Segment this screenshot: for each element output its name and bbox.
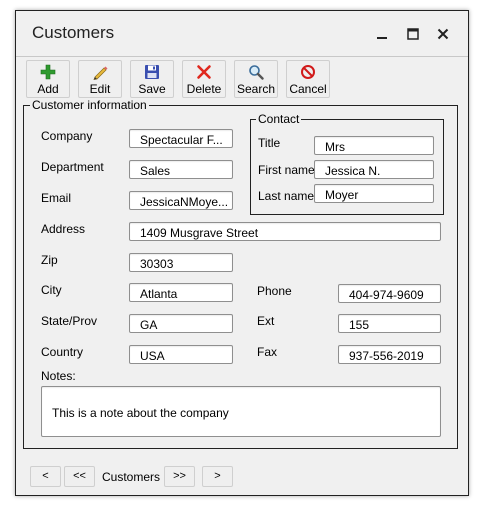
state-label: State/Prov <box>41 314 98 328</box>
email-label: Email <box>41 191 72 205</box>
toolbar: Add Edit Save Delete Search Cancel <box>16 56 468 101</box>
edit-label: Edit <box>89 82 111 96</box>
contact-title: Contact <box>256 112 302 126</box>
last-record-button[interactable]: > <box>202 466 233 487</box>
first-record-button[interactable]: < <box>30 466 61 487</box>
add-label: Add <box>37 82 59 96</box>
last-name-field[interactable]: Moyer <box>314 184 434 203</box>
customer-info-title: Customer information <box>30 98 149 112</box>
previous-record-button[interactable]: << <box>64 466 95 487</box>
phone-field[interactable]: 404-974-9609 <box>338 284 441 303</box>
country-label: Country <box>41 345 84 359</box>
title-field[interactable]: Mrs <box>314 136 434 155</box>
department-field[interactable]: Sales <box>129 160 233 179</box>
zip-field[interactable]: 30303 <box>129 253 233 272</box>
delete-label: Delete <box>186 82 222 96</box>
ext-field[interactable]: 155 <box>338 314 441 333</box>
company-field[interactable]: Spectacular F... <box>129 129 233 148</box>
next-record-button[interactable]: >> <box>164 466 195 487</box>
city-field[interactable]: Atlanta <box>129 283 233 302</box>
notes-field[interactable]: This is a note about the company <box>41 386 441 437</box>
notes-label: Notes: <box>41 369 76 383</box>
save-button[interactable]: Save <box>130 60 174 98</box>
country-field[interactable]: USA <box>129 345 233 364</box>
add-button[interactable]: Add <box>26 60 70 98</box>
address-label: Address <box>41 222 86 236</box>
ext-label: Ext <box>257 314 275 328</box>
pencil-icon <box>93 66 108 80</box>
fax-label: Fax <box>257 345 278 359</box>
title-label: Title <box>258 136 281 150</box>
company-label: Company <box>41 129 93 143</box>
nav-label: Customers <box>102 470 161 484</box>
customers-window: Customers Add Edit Save Delete Search Ca… <box>15 10 469 496</box>
save-label: Save <box>138 82 166 96</box>
red-x-icon <box>197 65 211 79</box>
first-name-field[interactable]: Jessica N. <box>314 160 434 179</box>
cancel-label: Cancel <box>289 82 327 96</box>
search-label: Search <box>236 82 276 96</box>
maximize-icon <box>407 28 419 40</box>
city-label: City <box>41 283 62 297</box>
last-name-label: Last name <box>258 189 315 203</box>
close-button[interactable] <box>434 25 452 43</box>
state-field[interactable]: GA <box>129 314 233 333</box>
fax-field[interactable]: 937-556-2019 <box>338 345 441 364</box>
plus-icon <box>40 64 56 80</box>
title-bar: Customers <box>16 11 468 55</box>
maximize-button[interactable] <box>404 25 422 43</box>
magnifier-icon <box>249 65 264 80</box>
floppy-disk-icon <box>145 65 159 79</box>
minimize-button[interactable] <box>373 25 391 43</box>
department-label: Department <box>41 160 104 174</box>
window-title: Customers <box>32 23 115 42</box>
close-icon <box>437 28 449 40</box>
delete-button[interactable]: Delete <box>182 60 226 98</box>
address-field[interactable]: 1409 Musgrave Street <box>129 222 441 241</box>
search-button[interactable]: Search <box>234 60 278 98</box>
no-entry-icon <box>301 65 315 79</box>
cancel-button[interactable]: Cancel <box>286 60 330 98</box>
email-field[interactable]: JessicaNMoye... <box>129 191 233 210</box>
minimize-icon <box>377 37 387 39</box>
zip-label: Zip <box>41 253 58 267</box>
first-name-label: First name <box>258 163 315 177</box>
phone-label: Phone <box>257 284 292 298</box>
edit-button[interactable]: Edit <box>78 60 122 98</box>
